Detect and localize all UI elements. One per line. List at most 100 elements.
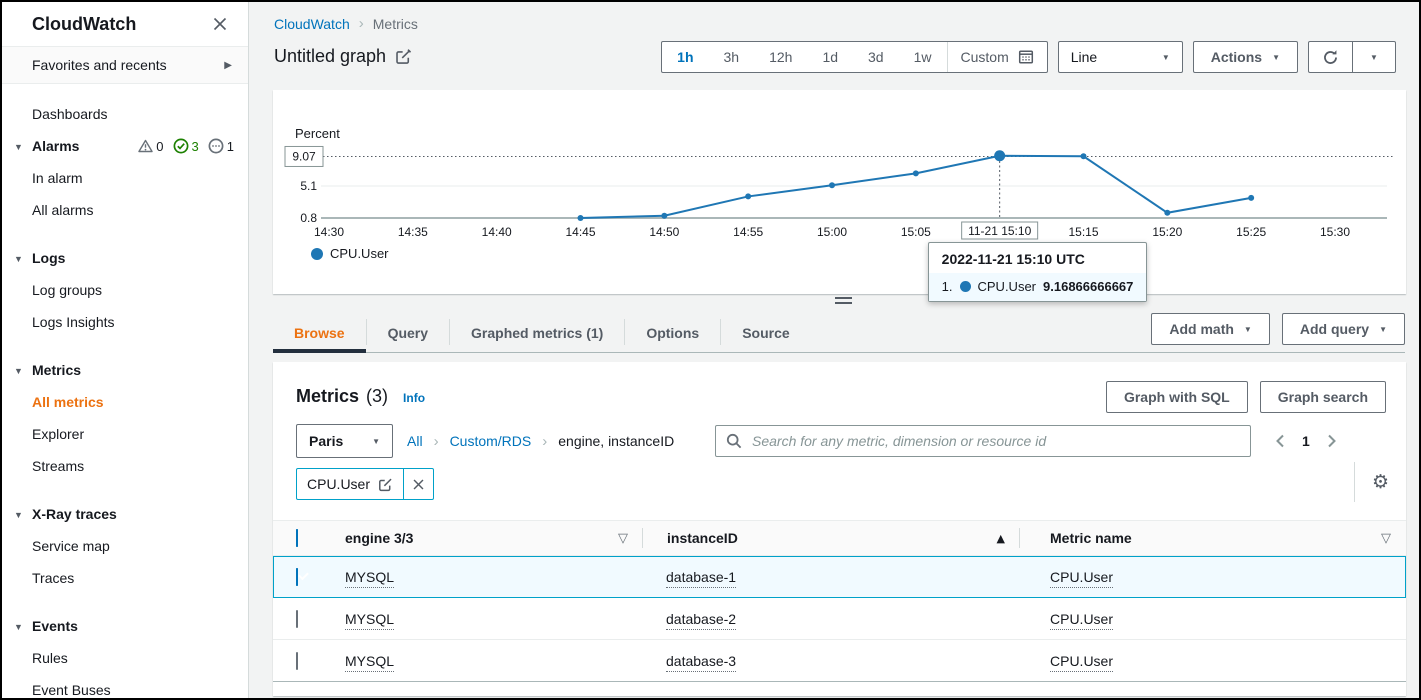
sidebar-item-traces[interactable]: Traces bbox=[2, 562, 248, 594]
sidebar-item-explorer[interactable]: Explorer bbox=[2, 418, 248, 450]
edit-icon[interactable] bbox=[378, 477, 393, 492]
instance-id-value[interactable]: database-2 bbox=[666, 611, 736, 630]
crumb-all[interactable]: All bbox=[407, 433, 423, 449]
column-header-engine[interactable]: engine 3/3 ▽ bbox=[321, 521, 643, 555]
row-checkbox[interactable] bbox=[296, 652, 298, 670]
sidebar-section-alarms[interactable]: ▼ Alarms 0 3 1 bbox=[2, 130, 248, 162]
filter-icon[interactable]: ▽ bbox=[1381, 531, 1391, 546]
sidebar-item-log-groups[interactable]: Log groups bbox=[2, 274, 248, 306]
sidebar-item-favorites-and-recents[interactable]: Favorites and recents ▶ bbox=[2, 47, 248, 84]
refresh-icon bbox=[1322, 49, 1339, 66]
instance-id-value[interactable]: database-3 bbox=[666, 653, 736, 672]
close-icon[interactable] bbox=[212, 16, 228, 32]
refresh-split-button: ▼ bbox=[1308, 41, 1396, 73]
svg-text:15:30: 15:30 bbox=[1320, 225, 1350, 239]
table-row[interactable]: MYSQL database-1 CPU.User bbox=[273, 556, 1406, 598]
sidebar-item-all-alarms[interactable]: All alarms bbox=[2, 194, 248, 226]
search-input[interactable] bbox=[750, 432, 1240, 450]
gear-icon[interactable]: ⚙ bbox=[1372, 473, 1389, 492]
legend-color-dot bbox=[311, 248, 323, 260]
actions-button[interactable]: Actions ▼ bbox=[1193, 41, 1298, 73]
add-math-button[interactable]: Add math ▼ bbox=[1151, 313, 1269, 345]
refresh-button[interactable] bbox=[1309, 42, 1352, 72]
table-row[interactable]: MYSQL database-3 CPU.User bbox=[273, 640, 1406, 682]
svg-text:9.07: 9.07 bbox=[292, 149, 316, 163]
column-header-instanceid[interactable]: instanceID ▲ bbox=[643, 521, 1020, 555]
refresh-options-button[interactable]: ▼ bbox=[1352, 42, 1395, 72]
row-checkbox[interactable] bbox=[296, 568, 298, 586]
sidebar-item-in-alarm[interactable]: In alarm bbox=[2, 162, 248, 194]
sidebar-item-service-map[interactable]: Service map bbox=[2, 530, 248, 562]
cloudwatch-window: CloudWatch Favorites and recents ▶ Dashb… bbox=[0, 0, 1421, 700]
breadcrumb: CloudWatch › Metrics bbox=[274, 15, 418, 32]
graph-search-button[interactable]: Graph search bbox=[1260, 381, 1386, 413]
remove-chip-icon[interactable] bbox=[403, 469, 433, 499]
region-select[interactable]: Paris ▼ bbox=[296, 424, 393, 458]
svg-text:15:15: 15:15 bbox=[1068, 225, 1098, 239]
range-1h[interactable]: 1h bbox=[662, 42, 708, 72]
chart-card: Percent0.85.114:3014:3514:4014:4514:5014… bbox=[273, 90, 1406, 294]
tab-browse[interactable]: Browse bbox=[273, 325, 366, 353]
range-3d[interactable]: 3d bbox=[853, 42, 899, 72]
svg-text:11-21 15:10: 11-21 15:10 bbox=[968, 224, 1031, 238]
resize-handle-icon[interactable] bbox=[835, 297, 852, 304]
tab-source[interactable]: Source bbox=[721, 325, 810, 352]
chart-type-select[interactable]: Line ▼ bbox=[1058, 41, 1183, 73]
metric-search-box bbox=[715, 425, 1251, 457]
breadcrumb-separator-icon: › bbox=[542, 433, 547, 450]
sidebar-item-event-buses[interactable]: Event Buses bbox=[2, 674, 248, 700]
tab-options[interactable]: Options bbox=[625, 325, 720, 352]
range-custom-button[interactable]: Custom bbox=[947, 42, 1047, 72]
sidebar-item-dashboards[interactable]: Dashboards bbox=[2, 98, 248, 130]
tab-query[interactable]: Query bbox=[367, 325, 449, 352]
chevron-down-icon: ▼ bbox=[1244, 325, 1252, 334]
add-query-button[interactable]: Add query ▼ bbox=[1282, 313, 1405, 345]
sidebar-item-rules[interactable]: Rules bbox=[2, 642, 248, 674]
engine-value[interactable]: MYSQL bbox=[345, 569, 394, 588]
page-number[interactable]: 1 bbox=[1302, 433, 1310, 449]
svg-text:14:35: 14:35 bbox=[398, 225, 428, 239]
ok-badge: 3 bbox=[173, 138, 199, 154]
sidebar-section-metrics[interactable]: ▼ Metrics bbox=[2, 354, 248, 386]
chip-label: CPU.User bbox=[307, 476, 370, 492]
crumb-namespace[interactable]: Custom/RDS bbox=[450, 433, 532, 449]
range-12h[interactable]: 12h bbox=[754, 42, 807, 72]
breadcrumb-cloudwatch-link[interactable]: CloudWatch bbox=[274, 16, 350, 32]
select-all-checkbox[interactable] bbox=[296, 529, 298, 547]
sidebar-item-logs-insights[interactable]: Logs Insights bbox=[2, 306, 248, 338]
table-row[interactable]: MYSQL database-2 CPU.User bbox=[273, 598, 1406, 640]
engine-value[interactable]: MYSQL bbox=[345, 611, 394, 630]
range-1d[interactable]: 1d bbox=[807, 42, 853, 72]
sidebar-section-logs[interactable]: ▼ Logs bbox=[2, 242, 248, 274]
sidebar-item-streams[interactable]: Streams bbox=[2, 450, 248, 482]
sidebar: CloudWatch Favorites and recents ▶ Dashb… bbox=[2, 2, 249, 698]
select-all-cell bbox=[273, 530, 321, 546]
engine-value[interactable]: MYSQL bbox=[345, 653, 394, 672]
instance-id-value[interactable]: database-1 bbox=[666, 569, 736, 588]
edit-icon[interactable] bbox=[395, 48, 412, 65]
sidebar-section-xray-traces[interactable]: ▼ X-Ray traces bbox=[2, 498, 248, 530]
sort-ascending-icon[interactable]: ▲ bbox=[997, 532, 1005, 545]
tab-graphed-metrics[interactable]: Graphed metrics (1) bbox=[450, 325, 624, 352]
sidebar-section-events[interactable]: ▼ Events bbox=[2, 610, 248, 642]
metric-name-value[interactable]: CPU.User bbox=[1050, 653, 1113, 672]
svg-text:0.8: 0.8 bbox=[300, 211, 317, 225]
metric-name-value[interactable]: CPU.User bbox=[1050, 569, 1113, 588]
sidebar-item-all-metrics[interactable]: All metrics bbox=[2, 386, 248, 418]
search-icon bbox=[726, 433, 742, 449]
chevron-left-icon[interactable] bbox=[1275, 434, 1285, 448]
row-checkbox[interactable] bbox=[296, 610, 298, 628]
range-3h[interactable]: 3h bbox=[709, 42, 755, 72]
chevron-right-icon[interactable] bbox=[1327, 434, 1337, 448]
metric-name-value[interactable]: CPU.User bbox=[1050, 611, 1113, 630]
chevron-down-icon: ▼ bbox=[14, 254, 23, 264]
calendar-icon bbox=[1018, 49, 1034, 65]
legend-label[interactable]: CPU.User bbox=[330, 246, 389, 261]
range-1w[interactable]: 1w bbox=[899, 42, 947, 72]
sidebar-header: CloudWatch bbox=[2, 2, 248, 47]
filter-icon[interactable]: ▽ bbox=[618, 531, 628, 546]
graph-with-sql-button[interactable]: Graph with SQL bbox=[1106, 381, 1248, 413]
cpu-user-line-chart[interactable]: Percent0.85.114:3014:3514:4014:4514:5014… bbox=[273, 90, 1406, 294]
info-link[interactable]: Info bbox=[403, 391, 425, 405]
column-header-metric-name[interactable]: Metric name ▽ bbox=[1020, 521, 1406, 555]
